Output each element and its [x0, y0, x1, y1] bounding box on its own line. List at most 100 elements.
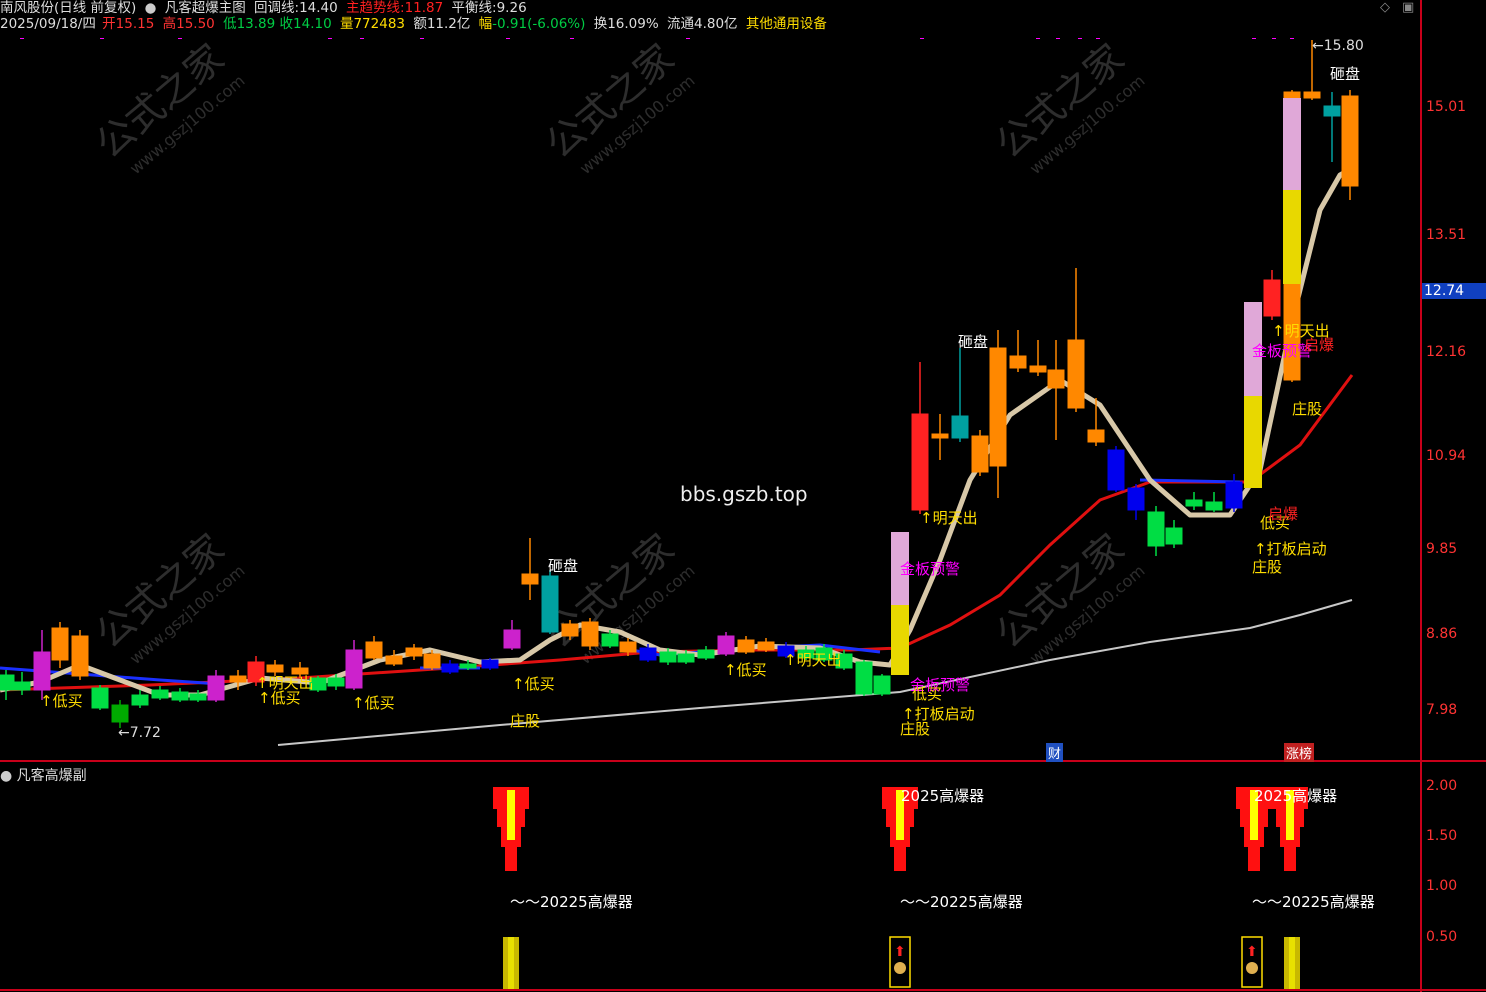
sub-panel-title: 凡客高爆副 — [16, 768, 87, 784]
price-tick-label: 12.74 — [1422, 283, 1486, 299]
candle-body — [1087, 429, 1105, 443]
limit-up-bar-bottom — [891, 605, 909, 675]
candle-body — [1185, 499, 1203, 507]
high-value: 15.50 — [176, 16, 215, 32]
candle-body — [1047, 369, 1065, 389]
signal-dot — [1056, 38, 1060, 39]
price-tick-label: 9.85 — [1426, 541, 1458, 557]
signal-dot — [686, 38, 690, 39]
signal-dot — [1252, 38, 1256, 39]
candle-body — [989, 347, 1007, 467]
candle-body — [441, 663, 459, 673]
rise-list-tag[interactable]: 涨榜 — [1284, 743, 1315, 762]
price-tick-label: 15.01 — [1426, 99, 1467, 115]
candle-body — [51, 627, 69, 661]
sub-indicator-chart[interactable]: ⬆ ⬆ 2025高爆器 2025高爆器 ～～20225高爆器 ～～20225高爆器 ～～20… — [0, 785, 1422, 990]
sub-settings-icon[interactable]: ● — [0, 768, 12, 784]
low-buy-label: 低买 — [912, 685, 943, 703]
candle-body — [327, 677, 345, 687]
tomorrow-out-label: ↑明天出 — [256, 674, 314, 692]
balance-line — [277, 599, 1353, 746]
flame-core — [507, 790, 515, 840]
price-tick-label: 7.98 — [1426, 702, 1458, 718]
candle-body — [131, 694, 149, 706]
bottom-border — [0, 989, 1486, 991]
window-icon[interactable]: ▣ — [1402, 0, 1414, 15]
signal-dot — [1078, 38, 1082, 39]
signal-dot — [1036, 38, 1040, 39]
candle-body — [481, 659, 499, 669]
signal-dot — [1096, 38, 1100, 39]
plan-explode-label: 启爆 — [1304, 336, 1335, 354]
sub-label-b: ～～20225高爆器 — [1252, 893, 1375, 911]
candle-body — [855, 661, 873, 695]
max-price-marker: ←15.80 — [1312, 38, 1364, 54]
candle-body — [931, 433, 949, 439]
candle-body — [659, 651, 677, 663]
flame-bar — [1284, 847, 1296, 871]
min-price-marker: ←7.72 — [118, 725, 161, 741]
sub-tick-label: 1.50 — [1426, 828, 1458, 844]
candle-body — [459, 663, 477, 669]
settings-icon[interactable]: ● — [145, 0, 157, 16]
high-label: 高 — [162, 16, 177, 32]
quote-date: 2025/09/18/四 — [0, 16, 96, 32]
signal-dot — [178, 38, 182, 39]
candle-body — [1147, 511, 1165, 547]
candle-body — [737, 639, 755, 653]
money-bag-icon — [1246, 962, 1258, 974]
volume-bar-core — [508, 937, 514, 989]
indicator-name[interactable]: 凡客超爆主图 — [165, 0, 246, 16]
stock-name[interactable]: 南风股份(日线 前复权) — [0, 0, 136, 16]
gold-board-alert-label: 金板预警 — [900, 560, 961, 578]
plan-explode-label: 启爆 — [1268, 505, 1299, 523]
signal-dot — [420, 38, 424, 39]
candle-body — [207, 675, 225, 701]
industry-link[interactable]: 其他通用设备 — [746, 16, 827, 32]
candle-body — [521, 573, 539, 585]
sub-label-a: 2025高爆器 — [901, 787, 984, 805]
diamond-icon[interactable]: ◇ — [1380, 0, 1390, 15]
open-label: 开 — [102, 16, 116, 32]
amt-label: 额 — [413, 16, 427, 32]
candle-body — [229, 675, 247, 683]
candle-body — [601, 633, 619, 647]
candle-body — [91, 687, 109, 709]
gold-board-alert-label: 金板预警 — [1252, 342, 1313, 360]
panel-divider — [0, 760, 1486, 762]
indicator-header: 南风股份(日线 前复权) ● 凡客超爆主图 回调线:14.40 主趋势线:11.… — [0, 0, 1422, 17]
low-buy-label: ↑低买 — [352, 694, 395, 712]
candle-body — [503, 629, 521, 649]
sub-axis: 2.00 1.50 1.00 0.50 — [1422, 762, 1486, 992]
open-value: 15.15 — [115, 16, 155, 32]
candle-body — [385, 655, 403, 665]
sub-tick-label: 2.00 — [1426, 778, 1458, 794]
candle-body — [1029, 365, 1047, 373]
low-buy-label: ↑低买 — [40, 692, 83, 710]
candle-body — [541, 575, 559, 633]
watermark-text: bbs.gszb.top — [680, 482, 808, 506]
sub-label-b: ～～20225高爆器 — [510, 893, 633, 911]
sub-panel-header[interactable]: ● 凡客高爆副 — [0, 765, 87, 785]
candle-body — [971, 435, 989, 473]
caiwu-tag[interactable]: 财 — [1046, 743, 1064, 762]
candle-body — [619, 641, 637, 653]
sub-label-a: 2025高爆器 — [1254, 787, 1337, 805]
candle-body — [171, 691, 189, 701]
banker-stock-label: 庄股 — [1292, 400, 1323, 418]
candle-body — [405, 647, 423, 657]
candle-body — [423, 653, 441, 669]
watermark-logo: 公式之家www.gszj100.com — [88, 38, 249, 178]
candle-body — [33, 651, 51, 691]
board-start-label: ↑打板启动 — [902, 705, 975, 723]
candle-body — [13, 681, 31, 691]
low-value: 13.89 — [236, 16, 276, 32]
watermark-logo: 公式之家www.gszj100.com — [88, 525, 249, 668]
candle-body — [639, 647, 657, 661]
volume-bar-core — [1289, 937, 1295, 989]
candle-body — [266, 664, 284, 673]
board-start-label: ↑打板启动 — [1254, 540, 1327, 558]
smash-label: 砸盘 — [1330, 65, 1361, 83]
signal-dot — [506, 38, 510, 39]
candlestick-chart[interactable]: 公式之家www.gszj100.com 公式之家www.gszj100.com 公式… — [0, 38, 1422, 760]
